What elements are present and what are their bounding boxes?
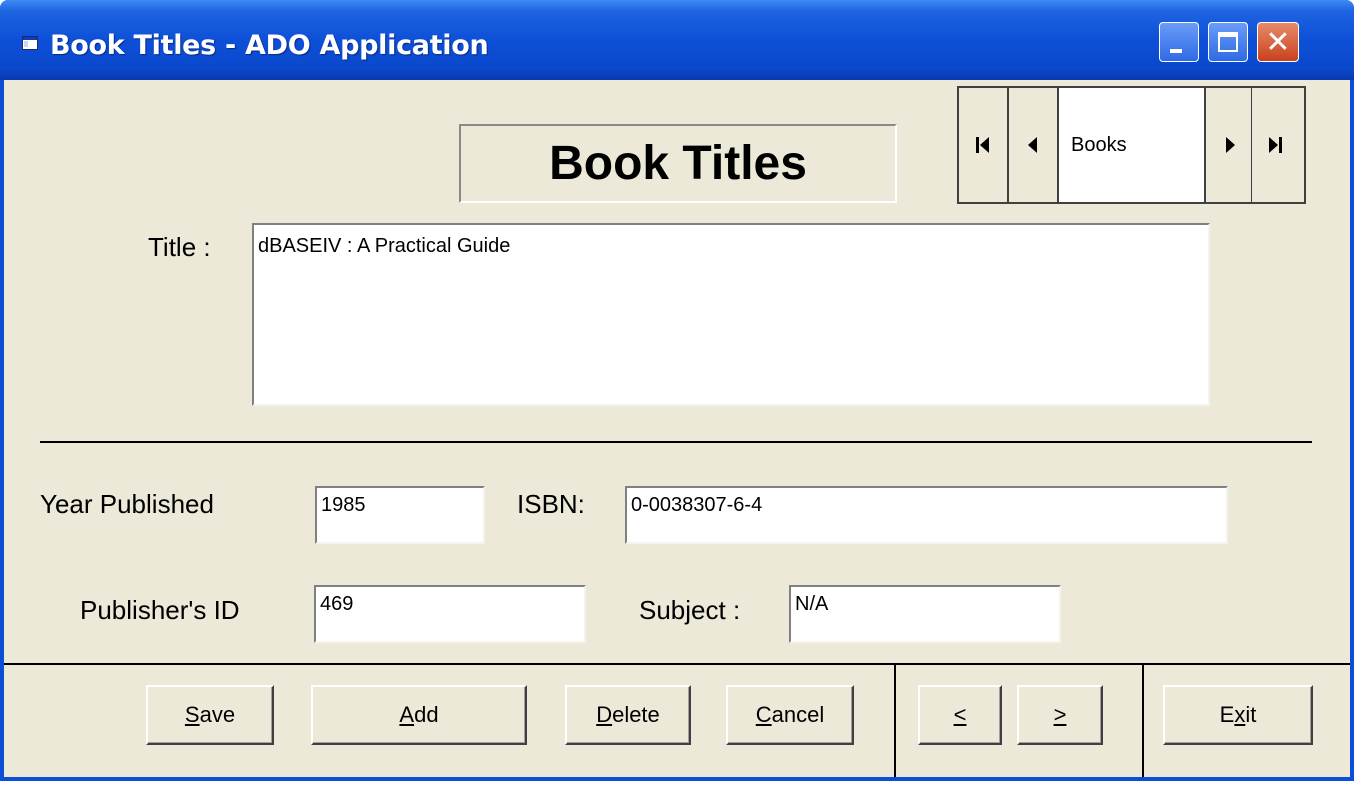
exit-access-key: x bbox=[1234, 702, 1246, 727]
maximize-icon bbox=[1218, 32, 1238, 52]
move-first-arrow-icon bbox=[980, 137, 989, 153]
year-published-field[interactable]: 1985 bbox=[315, 486, 485, 544]
move-last-arrow-icon bbox=[1269, 137, 1278, 153]
year-published-label: Year Published bbox=[40, 489, 214, 519]
move-first-button[interactable] bbox=[959, 88, 1009, 202]
save-label: ave bbox=[199, 702, 236, 727]
window-title: Book Titles - ADO Application bbox=[50, 30, 489, 61]
minimize-button[interactable] bbox=[1159, 22, 1199, 62]
app-window-icon[interactable] bbox=[22, 36, 38, 50]
add-label: dd bbox=[414, 702, 439, 727]
title-label: Title : bbox=[148, 232, 211, 262]
delete-button[interactable]: Delete bbox=[565, 685, 691, 745]
title-bar[interactable]: Book Titles - ADO Application ✕ bbox=[0, 0, 1354, 80]
move-previous-button[interactable] bbox=[1009, 88, 1059, 202]
cancel-button[interactable]: Cancel bbox=[726, 685, 854, 745]
add-button[interactable]: Add bbox=[311, 685, 527, 745]
button-group-separator-1 bbox=[894, 663, 896, 777]
add-access-key: A bbox=[399, 702, 415, 727]
close-button[interactable]: ✕ bbox=[1257, 22, 1299, 62]
next-access-key: > bbox=[1053, 702, 1067, 727]
minimize-icon bbox=[1170, 49, 1182, 53]
app-window: Book Titles - ADO Application ✕ Book Tit… bbox=[0, 0, 1354, 781]
close-icon: ✕ bbox=[1265, 25, 1291, 60]
move-last-button[interactable] bbox=[1252, 88, 1304, 202]
delete-label: elete bbox=[612, 702, 660, 727]
move-last-icon bbox=[1279, 137, 1282, 153]
section-divider bbox=[40, 441, 1312, 443]
next-record-button[interactable]: > bbox=[1017, 685, 1103, 745]
move-next-button[interactable] bbox=[1204, 88, 1253, 202]
move-next-icon bbox=[1226, 137, 1235, 153]
previous-access-key: < bbox=[953, 702, 967, 727]
form-body: Book Titles Books Title : dBASEIV : A Pr… bbox=[4, 80, 1350, 777]
isbn-field[interactable]: 0-0038307-6-4 bbox=[625, 486, 1228, 544]
publisher-id-label: Publisher's ID bbox=[80, 595, 240, 625]
exit-button[interactable]: Exit bbox=[1163, 685, 1313, 745]
save-access-key: S bbox=[184, 702, 200, 727]
exit-label-start: E bbox=[1219, 702, 1235, 727]
subject-label: Subject : bbox=[639, 595, 741, 625]
form-heading: Book Titles bbox=[459, 124, 897, 203]
publisher-id-field[interactable]: 469 bbox=[314, 585, 586, 643]
move-previous-icon bbox=[1028, 137, 1037, 153]
cancel-label: ancel bbox=[771, 702, 825, 727]
button-bar-divider bbox=[4, 663, 1350, 665]
data-control-caption: Books bbox=[1059, 88, 1204, 202]
save-button[interactable]: Save bbox=[146, 685, 274, 745]
exit-label-end: it bbox=[1245, 702, 1257, 727]
move-first-icon bbox=[976, 137, 979, 153]
subject-field[interactable]: N/A bbox=[789, 585, 1061, 643]
delete-access-key: D bbox=[596, 702, 613, 727]
cancel-access-key: C bbox=[755, 702, 772, 727]
ado-data-control: Books bbox=[957, 86, 1306, 204]
previous-record-button[interactable]: < bbox=[918, 685, 1002, 745]
maximize-button[interactable] bbox=[1208, 22, 1248, 62]
isbn-label: ISBN: bbox=[517, 489, 585, 519]
title-textarea[interactable]: dBASEIV : A Practical Guide bbox=[252, 223, 1210, 406]
button-group-separator-2 bbox=[1142, 663, 1144, 777]
